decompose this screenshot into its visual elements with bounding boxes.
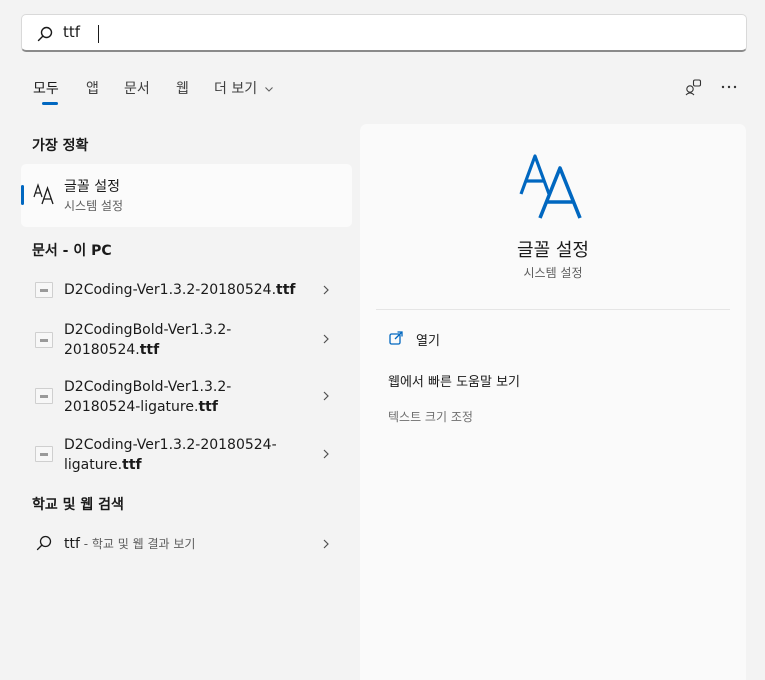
selection-accent [21,185,24,205]
chevron-right-icon [323,449,329,459]
font-file-icon [35,388,53,404]
detail-subtitle: 시스템 설정 [523,266,583,280]
detail-panel: 글꼴 설정 시스템 설정 열기 웹에서 빠른 도움말 보기 텍스트 크기 조정 [360,124,746,680]
tab-more-label: 더 보기 [214,81,258,97]
document-name: D2CodingBold-Ver1.3.2- 20180524-ligature.… [64,379,232,415]
document-item[interactable]: D2CodingBold-Ver1.3.2- 20180524.ttf [21,318,352,362]
web-search-label: ttf - 학교 및 웹 결과 보기 [64,536,196,552]
document-item[interactable]: D2CodingBold-Ver1.3.2- 20180524-ligature.… [21,376,352,420]
section-title-documents: 문서 - 이 PC [32,243,112,259]
tab-apps[interactable]: 앱 [86,78,99,98]
action-web-help[interactable]: 웹에서 빠른 도움말 보기 [388,371,520,390]
document-item[interactable]: D2Coding-Ver1.3.2-20180524.ttf [21,276,352,304]
chevron-down-icon [265,86,274,92]
action-text-size[interactable]: 텍스트 크기 조정 [388,408,473,425]
document-item[interactable]: D2Coding-Ver1.3.2-20180524- ligature.ttf [21,434,352,478]
best-match-title: 글꼴 설정 [64,179,120,195]
font-settings-icon [519,154,582,219]
chevron-right-icon [323,285,329,295]
detail-title: 글꼴 설정 [517,240,589,261]
text-caret [98,25,99,43]
font-file-icon [35,282,53,298]
best-match-item[interactable]: 글꼴 설정 시스템 설정 [21,164,352,227]
best-match-subtitle: 시스템 설정 [64,199,124,213]
font-settings-icon [33,183,54,205]
search-box[interactable]: ttf [21,14,747,52]
search-icon [37,26,53,42]
tab-all[interactable]: 모두 [33,78,59,98]
font-file-icon [35,446,53,462]
section-title-best-match: 가장 정확 [32,138,89,154]
open-external-icon [389,331,403,345]
chevron-right-icon [323,539,329,549]
search-icon [36,535,52,551]
active-tab-indicator [42,102,58,105]
chevron-right-icon [323,334,329,344]
more-options-icon[interactable] [720,78,738,96]
font-file-icon [35,332,53,348]
account-switch-icon[interactable] [684,78,702,96]
tab-documents[interactable]: 문서 [124,78,150,98]
document-name: D2Coding-Ver1.3.2-20180524- ligature.ttf [64,437,277,473]
action-open[interactable]: 열기 [416,330,440,349]
chevron-right-icon [323,391,329,401]
tab-web[interactable]: 웹 [176,78,189,98]
document-name: D2Coding-Ver1.3.2-20180524.ttf [64,282,296,298]
tab-more[interactable]: 더 보기 [214,78,274,98]
divider [376,309,730,310]
web-search-item[interactable]: ttf - 학교 및 웹 결과 보기 [21,530,352,558]
section-title-web-search: 학교 및 웹 검색 [32,497,124,513]
search-input[interactable]: ttf [63,23,80,41]
document-name: D2CodingBold-Ver1.3.2- 20180524.ttf [64,322,232,358]
